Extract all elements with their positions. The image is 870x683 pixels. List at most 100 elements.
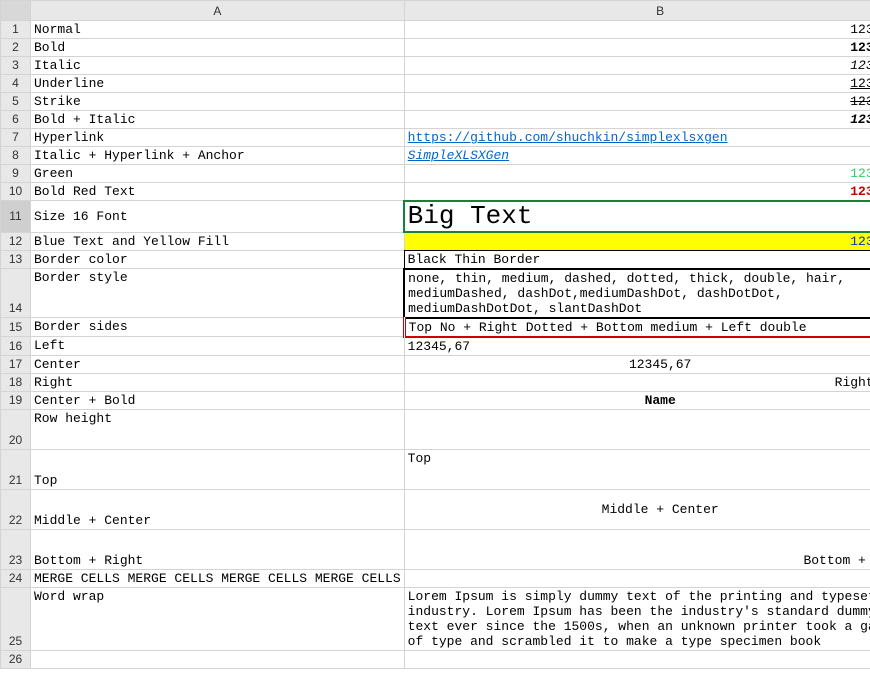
cell-A14[interactable]: Border style [31, 269, 405, 318]
cell-A5[interactable]: Strike [31, 93, 405, 111]
cell-B2[interactable]: 12345,67 [404, 39, 870, 57]
cell-B14[interactable]: none, thin, medium, dashed, dotted, thic… [404, 269, 870, 318]
cell-B9[interactable]: 12345,67 [404, 165, 870, 183]
cell-A2[interactable]: Bold [31, 39, 405, 57]
cell-A9[interactable]: Green [31, 165, 405, 183]
cell-A23[interactable]: Bottom + Right [31, 529, 405, 569]
cell-B1[interactable]: 12345,67 [404, 21, 870, 39]
row-header-10[interactable]: 10 [1, 183, 31, 201]
row-header-19[interactable]: 19 [1, 391, 31, 409]
cell-A3[interactable]: Italic [31, 57, 405, 75]
row-3: 3 Italic 12345,67 [1, 57, 870, 75]
row-header-18[interactable]: 18 [1, 373, 31, 391]
cell-B16[interactable]: 12345,67 [404, 337, 870, 356]
cell-A6[interactable]: Bold + Italic [31, 111, 405, 129]
row-header-3[interactable]: 3 [1, 57, 31, 75]
cell-A1[interactable]: Normal [31, 21, 405, 39]
row-header-4[interactable]: 4 [1, 75, 31, 93]
row-26: 26 [1, 650, 870, 668]
cell-A8[interactable]: Italic + Hyperlink + Anchor [31, 147, 405, 165]
row-15: 15 Border sides Top No + Right Dotted + … [1, 318, 870, 337]
row-24: 24 MERGE CELLS MERGE CELLS MERGE CELLS M… [1, 569, 870, 587]
row-6: 6 Bold + Italic 12345,67 [1, 111, 870, 129]
column-header-A[interactable]: A [31, 1, 405, 21]
cell-B25[interactable]: Lorem Ipsum is simply dummy text of the … [404, 587, 870, 650]
row-20: 20 Row height [1, 409, 870, 449]
cell-A24-merged[interactable]: MERGE CELLS MERGE CELLS MERGE CELLS MERG… [31, 569, 405, 587]
cell-A13[interactable]: Border color [31, 250, 405, 269]
cell-B6[interactable]: 12345,67 [404, 111, 870, 129]
cell-A7[interactable]: Hyperlink [31, 129, 405, 147]
cell-A21[interactable]: Top [31, 449, 405, 489]
cell-A11[interactable]: Size 16 Font [31, 201, 405, 233]
row-header-13[interactable]: 13 [1, 250, 31, 269]
cell-B10[interactable]: 12345,67 [404, 183, 870, 201]
row-header-7[interactable]: 7 [1, 129, 31, 147]
cell-B20[interactable] [404, 409, 870, 449]
row-16: 16 Left 12345,67 [1, 337, 870, 356]
cell-A19[interactable]: Center + Bold [31, 391, 405, 409]
row-header-23[interactable]: 23 [1, 529, 31, 569]
row-header-17[interactable]: 17 [1, 355, 31, 373]
row-9: 9 Green 12345,67 [1, 165, 870, 183]
cell-B18[interactable]: Right Text [404, 373, 870, 391]
row-header-21[interactable]: 21 [1, 449, 31, 489]
cell-A20[interactable]: Row height [31, 409, 405, 449]
row-5: 5 Strike 12345,67 [1, 93, 870, 111]
cell-B19[interactable]: Name [404, 391, 870, 409]
cell-A26[interactable] [31, 650, 405, 668]
cell-B24-merged[interactable] [404, 569, 870, 587]
row-header-24[interactable]: 24 [1, 569, 31, 587]
cell-B22[interactable]: Middle + Center [404, 489, 870, 529]
cell-A15[interactable]: Border sides [31, 318, 405, 337]
row-11: 11 Size 16 Font Big Text [1, 201, 870, 233]
row-header-20[interactable]: 20 [1, 409, 31, 449]
row-header-11[interactable]: 11 [1, 201, 31, 233]
cell-A16[interactable]: Left [31, 337, 405, 356]
cell-A4[interactable]: Underline [31, 75, 405, 93]
cell-B4[interactable]: 12345,67 [404, 75, 870, 93]
cell-B23[interactable]: Bottom + Right [404, 529, 870, 569]
cell-B7-hyperlink[interactable]: https://github.com/shuchkin/simplexlsxge… [404, 129, 870, 147]
cell-A25[interactable]: Word wrap [31, 587, 405, 650]
row-header-2[interactable]: 2 [1, 39, 31, 57]
cell-B13[interactable]: Black Thin Border [404, 250, 870, 269]
row-header-22[interactable]: 22 [1, 489, 31, 529]
cell-B12[interactable]: 12345,67 [404, 232, 870, 250]
cell-B15[interactable]: Top No + Right Dotted + Bottom medium + … [404, 318, 870, 337]
cell-B5[interactable]: 12345,67 [404, 93, 870, 111]
column-header-B[interactable]: B [404, 1, 870, 21]
row-13: 13 Border color Black Thin Border [1, 250, 870, 269]
row-header-26[interactable]: 26 [1, 650, 31, 668]
cell-B26[interactable] [404, 650, 870, 668]
cell-B8-hyperlink[interactable]: SimpleXLSXGen [404, 147, 870, 165]
row-23: 23 Bottom + Right Bottom + Right [1, 529, 870, 569]
cell-A10[interactable]: Bold Red Text [31, 183, 405, 201]
row-header-14[interactable]: 14 [1, 269, 31, 318]
cell-A18[interactable]: Right [31, 373, 405, 391]
spreadsheet-grid[interactable]: A B 1 Normal 12345,67 2 Bold 12345,67 3 … [0, 0, 870, 669]
row-header-8[interactable]: 8 [1, 147, 31, 165]
cell-B21[interactable]: Top [404, 449, 870, 489]
row-header-12[interactable]: 12 [1, 232, 31, 250]
cell-A17[interactable]: Center [31, 355, 405, 373]
cell-A22[interactable]: Middle + Center [31, 489, 405, 529]
row-header-6[interactable]: 6 [1, 111, 31, 129]
row-7: 7 Hyperlink https://github.com/shuchkin/… [1, 129, 870, 147]
column-header-row: A B [1, 1, 870, 21]
row-header-25[interactable]: 25 [1, 587, 31, 650]
row-header-5[interactable]: 5 [1, 93, 31, 111]
row-10: 10 Bold Red Text 12345,67 [1, 183, 870, 201]
select-all-corner[interactable] [1, 1, 31, 21]
row-header-15[interactable]: 15 [1, 318, 31, 337]
row-12: 12 Blue Text and Yellow Fill 12345,67 [1, 232, 870, 250]
row-header-9[interactable]: 9 [1, 165, 31, 183]
row-header-16[interactable]: 16 [1, 337, 31, 356]
cell-A12[interactable]: Blue Text and Yellow Fill [31, 232, 405, 250]
row-header-1[interactable]: 1 [1, 21, 31, 39]
cell-B17[interactable]: 12345,67 [404, 355, 870, 373]
cell-B3[interactable]: 12345,67 [404, 57, 870, 75]
row-22: 22 Middle + Center Middle + Center [1, 489, 870, 529]
row-2: 2 Bold 12345,67 [1, 39, 870, 57]
cell-B11-selected[interactable]: Big Text [404, 201, 870, 233]
